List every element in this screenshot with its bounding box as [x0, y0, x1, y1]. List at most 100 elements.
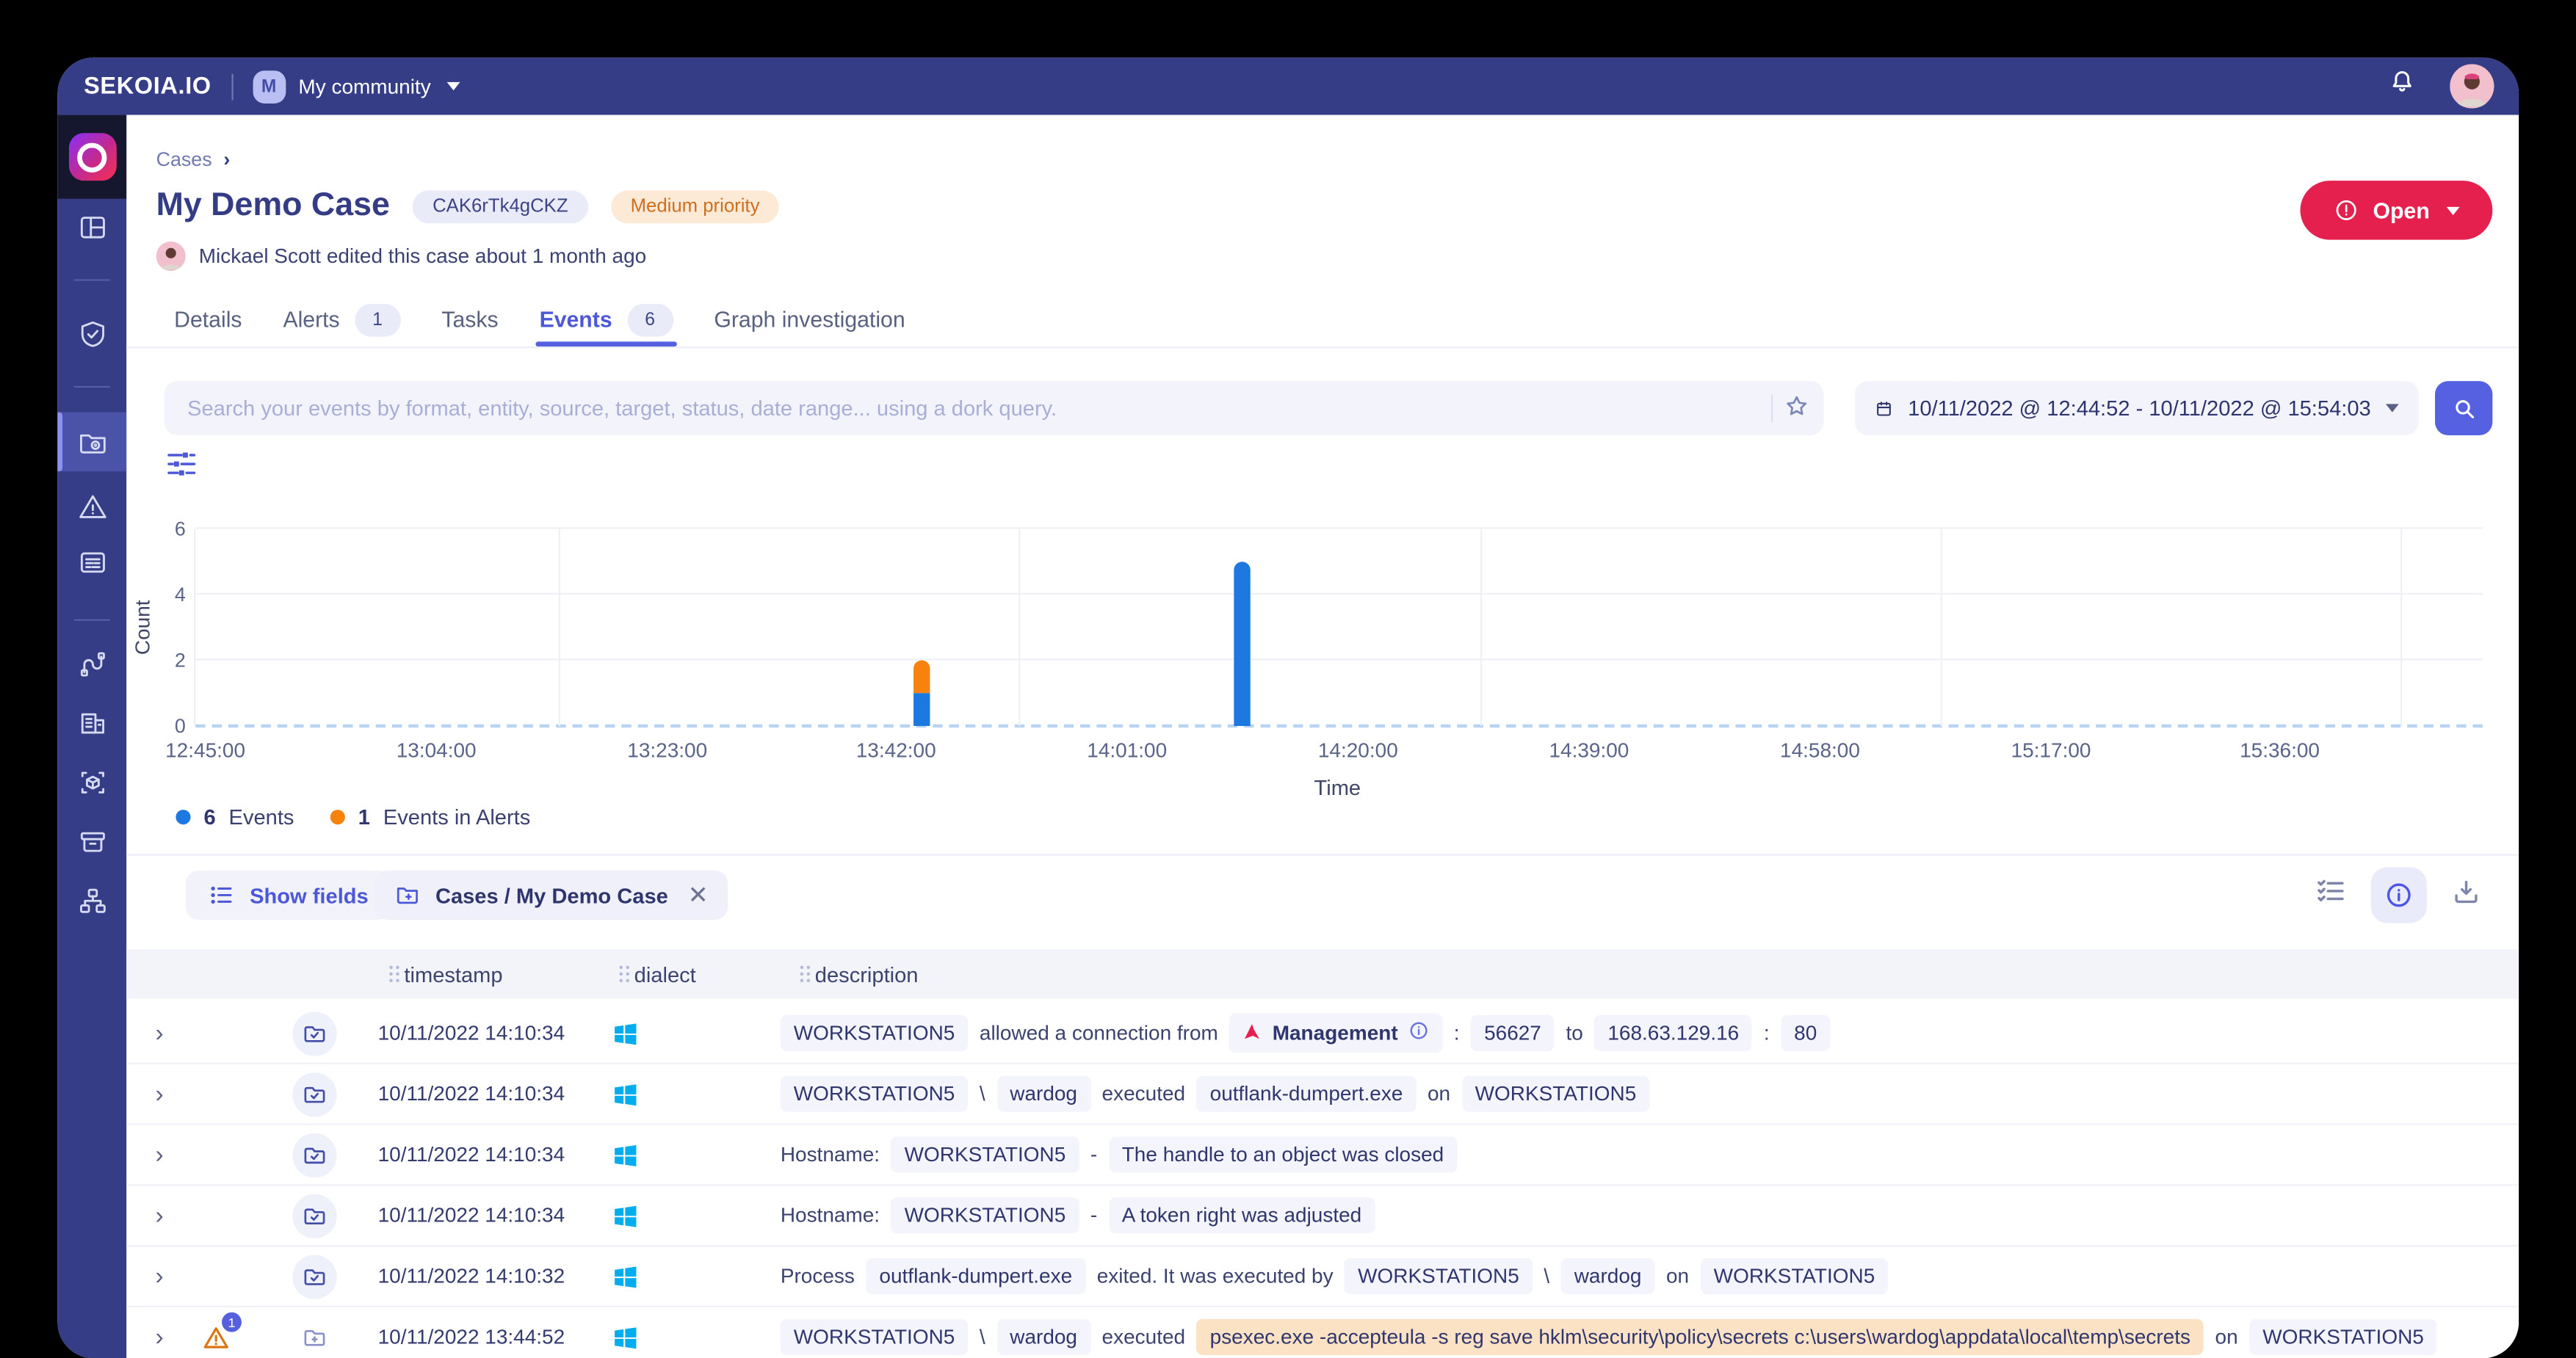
event-row[interactable]: ›110/11/2022 13:44:52WORKSTATION5\wardog…: [126, 1307, 2519, 1358]
table-header: timestamp dialect description: [126, 949, 2519, 998]
column-header-description[interactable]: description: [800, 949, 919, 998]
event-row[interactable]: ›10/11/2022 14:10:34WORKSTATION5\wardoge…: [126, 1064, 2519, 1125]
expand-chevron-icon[interactable]: ›: [146, 1142, 173, 1167]
chart-bar[interactable]: [913, 660, 930, 726]
bell-icon[interactable]: [2387, 68, 2417, 105]
drag-handle-icon[interactable]: [620, 965, 623, 968]
info-panel-button[interactable]: [2371, 867, 2427, 923]
value-chip[interactable]: WORKSTATION5: [891, 1136, 1079, 1172]
folder-check-icon[interactable]: [292, 1254, 336, 1298]
value-chip[interactable]: 80: [1781, 1015, 1830, 1051]
chart-baseline: [195, 725, 2483, 727]
v-gridline: [559, 529, 560, 726]
value-chip[interactable]: WORKSTATION5: [1462, 1076, 1649, 1112]
value-chip[interactable]: WORKSTATION5: [2249, 1319, 2436, 1355]
description-text: -: [1090, 1204, 1097, 1227]
value-chip[interactable]: WORKSTATION5: [1701, 1258, 1888, 1294]
description-text: -: [1090, 1143, 1097, 1166]
expand-chevron-icon[interactable]: ›: [146, 1325, 173, 1350]
workspace-selector[interactable]: My community: [298, 75, 430, 98]
value-chip[interactable]: wardog: [996, 1076, 1090, 1112]
tab-tasks[interactable]: Tasks: [441, 292, 498, 346]
info-icon[interactable]: [1408, 1020, 1429, 1046]
case-filter-chip[interactable]: Cases / My Demo Case ✕: [375, 871, 728, 920]
value-chip[interactable]: 56627: [1471, 1015, 1555, 1051]
sidebar-logo[interactable]: [57, 115, 126, 199]
value-chip[interactable]: WORKSTATION5: [891, 1197, 1079, 1233]
workspace-avatar: M: [253, 70, 286, 103]
event-row[interactable]: ›10/11/2022 14:10:34WORKSTATION5allowed …: [126, 1003, 2519, 1064]
sidebar-item-sandbox[interactable]: [57, 752, 126, 812]
event-row[interactable]: ›10/11/2022 14:10:32Processoutflank-dump…: [126, 1246, 2519, 1307]
chevron-down-icon[interactable]: [447, 82, 460, 90]
folder-check-icon[interactable]: [292, 1011, 336, 1055]
date-range-picker[interactable]: 10/11/2022 @ 12:44:52 - 10/11/2022 @ 15:…: [1855, 381, 2418, 435]
sidebar-item-archive[interactable]: [57, 811, 126, 871]
value-chip[interactable]: WORKSTATION5: [781, 1015, 968, 1051]
column-header-timestamp[interactable]: timestamp: [389, 949, 502, 998]
sidebar-item-dashboard[interactable]: [57, 197, 126, 257]
events-count-badge: 6: [627, 303, 673, 336]
asset-chip[interactable]: Management: [1230, 1014, 1443, 1053]
star-icon[interactable]: [1783, 393, 1811, 429]
value-chip[interactable]: outflank-dumpert.exe: [866, 1258, 1086, 1294]
sidebar-item-organization[interactable]: [57, 693, 126, 752]
tab-events[interactable]: Events6: [540, 292, 673, 346]
legend-item-events-in-alerts[interactable]: 1 Events in Alerts: [330, 805, 531, 829]
folder-check-icon[interactable]: [292, 1133, 336, 1177]
drag-handle-icon[interactable]: [800, 965, 803, 968]
highlighted-value-chip[interactable]: psexec.exe -accepteula -s reg save hklm\…: [1197, 1319, 2204, 1355]
x-tick-label: 14:01:00: [1087, 739, 1167, 762]
chart-legend: 6 Events 1 Events in Alerts: [176, 805, 530, 829]
value-chip[interactable]: WORKSTATION5: [781, 1319, 968, 1355]
tab-graph-investigation[interactable]: Graph investigation: [714, 292, 905, 346]
case-status-button[interactable]: Open: [2301, 181, 2493, 240]
show-fields-button[interactable]: Show fields: [186, 871, 391, 920]
sidebar-item-alerts[interactable]: [57, 476, 126, 536]
sidebar-item-playbooks[interactable]: [57, 634, 126, 694]
expand-chevron-icon[interactable]: ›: [146, 1081, 173, 1106]
expand-chevron-icon[interactable]: ›: [146, 1264, 173, 1289]
windows-icon: [611, 1019, 639, 1047]
value-chip[interactable]: wardog: [1561, 1258, 1655, 1294]
expand-chevron-icon[interactable]: ›: [146, 1021, 173, 1046]
chart-bar[interactable]: [1234, 562, 1250, 726]
drag-handle-icon[interactable]: [389, 965, 392, 968]
value-chip[interactable]: wardog: [996, 1319, 1090, 1355]
value-chip[interactable]: WORKSTATION5: [781, 1076, 968, 1112]
chart-settings-button[interactable]: [166, 450, 199, 479]
alert-count-badge: 1: [222, 1312, 242, 1332]
value-chip[interactable]: 168.63.129.16: [1594, 1015, 1752, 1051]
event-row[interactable]: ›10/11/2022 14:10:34Hostname:WORKSTATION…: [126, 1125, 2519, 1186]
close-icon[interactable]: ✕: [688, 880, 709, 909]
y-tick-label: 2: [175, 649, 186, 672]
download-button[interactable]: [2451, 876, 2481, 914]
breadcrumb-link-cases[interactable]: Cases: [156, 148, 212, 170]
sidebar-item-operations[interactable]: [57, 413, 126, 472]
column-header-dialect[interactable]: dialect: [620, 949, 696, 998]
search-button[interactable]: [2435, 381, 2492, 435]
folder-check-icon[interactable]: [292, 1072, 336, 1116]
sidebar-item-topology[interactable]: [57, 871, 126, 930]
event-timestamp: 10/11/2022 14:10:34: [378, 1083, 565, 1105]
value-chip[interactable]: WORKSTATION5: [1345, 1258, 1532, 1294]
sidebar-item-reports[interactable]: [57, 532, 126, 592]
asset-logo-icon: [1242, 1021, 1262, 1046]
description-text: allowed a connection from: [980, 1022, 1218, 1045]
select-columns-button[interactable]: [2315, 876, 2347, 915]
tab-details[interactable]: Details: [174, 292, 242, 346]
legend-item-events[interactable]: 6 Events: [176, 805, 294, 829]
value-chip[interactable]: outflank-dumpert.exe: [1197, 1076, 1417, 1112]
value-chip[interactable]: The handle to an object was closed: [1109, 1136, 1457, 1172]
sidebar-item-intelligence[interactable]: [57, 304, 126, 363]
description-text: exited. It was executed by: [1097, 1265, 1334, 1288]
user-avatar[interactable]: [2450, 64, 2494, 108]
value-chip[interactable]: A token right was adjusted: [1109, 1197, 1375, 1233]
folder-check-icon[interactable]: [292, 1194, 336, 1238]
expand-chevron-icon[interactable]: ›: [146, 1203, 173, 1228]
event-row[interactable]: ›10/11/2022 14:10:34Hostname:WORKSTATION…: [126, 1185, 2519, 1246]
search-input[interactable]: [164, 381, 1824, 435]
tab-alerts[interactable]: Alerts1: [283, 292, 400, 346]
folder-plus-icon: [394, 882, 421, 909]
folder-plus-icon[interactable]: [292, 1315, 336, 1358]
